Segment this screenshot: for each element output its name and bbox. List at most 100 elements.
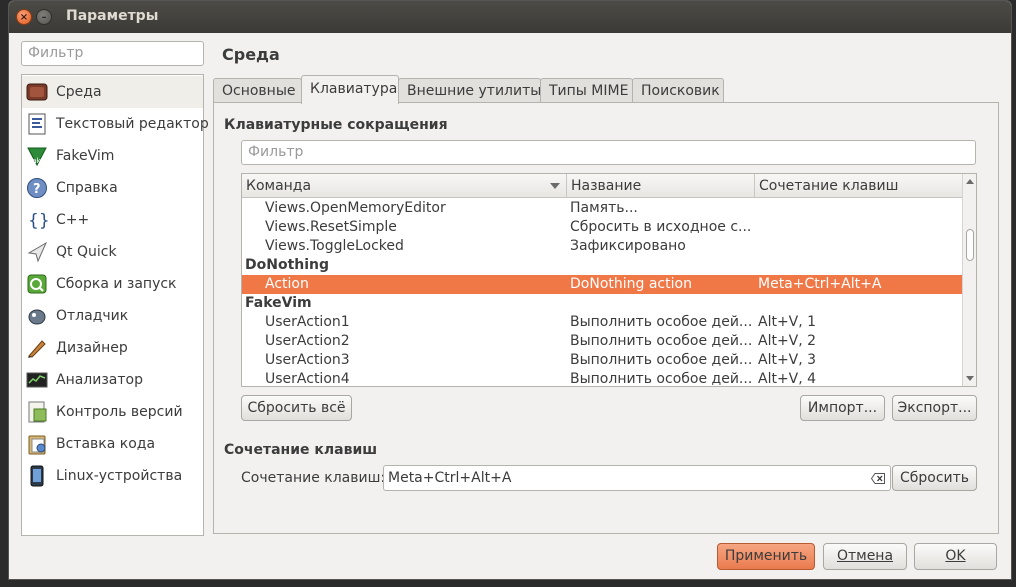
export-button[interactable]: Экспорт... — [892, 395, 977, 421]
sidebar-item-label: Сборка и запуск — [56, 276, 177, 292]
sidebar-item-label: Qt Quick — [56, 244, 117, 260]
cancel-button[interactable]: Отмена — [823, 543, 907, 570]
sidebar-item-label: Linux-устройства — [56, 468, 183, 484]
table-row[interactable]: UserAction2 Выполнить особое дей... Alt+… — [242, 332, 964, 351]
tab-external-tools[interactable]: Внешние утилиты — [398, 78, 541, 104]
shortcut-cell: Alt+V, 2 — [758, 333, 817, 349]
sidebar-item-debugger[interactable]: Отладчик — [22, 300, 203, 332]
settings-dialog: × – Параметры Фильтр Среда Текстовый ред… — [8, 0, 1012, 580]
name-cell: Выполнить особое дей... — [570, 314, 752, 330]
key-sequence-group-title: Сочетание клавиш — [224, 442, 378, 458]
name-cell: DoNothing action — [570, 276, 692, 292]
name-cell: Выполнить особое дей... — [570, 371, 752, 387]
sidebar-item-analyzer[interactable]: Анализатор — [22, 364, 203, 396]
sidebar-item-designer[interactable]: Дизайнер — [22, 332, 203, 364]
sidebar-item-label: Анализатор — [56, 372, 143, 388]
sidebar-item-label: FakeVim — [56, 148, 115, 164]
sidebar-item-fakevim[interactable]: Fake FakeVim — [22, 140, 203, 172]
window-title: Параметры — [66, 8, 159, 24]
name-cell: Сбросить в исходное с... — [570, 219, 752, 235]
sidebar-item-environment[interactable]: Среда — [22, 76, 203, 108]
page-title: Среда — [222, 45, 280, 64]
sidebar-item-label: Отладчик — [56, 308, 129, 324]
linux-devices-icon — [26, 465, 48, 487]
clear-icon[interactable] — [870, 472, 885, 484]
shortcut-filter-input[interactable]: Фильтр — [241, 140, 976, 165]
name-cell: Память... — [570, 200, 638, 216]
text-editor-icon — [26, 113, 48, 135]
column-header-name[interactable]: Название — [567, 174, 755, 198]
sidebar-item-version-control[interactable]: Контроль версий — [22, 396, 203, 428]
sidebar-item-code-paste[interactable]: Вставка кода — [22, 428, 203, 460]
column-header-label: Команда — [246, 178, 312, 194]
svg-text:?: ? — [33, 182, 41, 197]
code-paste-icon — [26, 433, 48, 455]
scroll-up-icon[interactable] — [966, 179, 974, 184]
sidebar-item-text-editor[interactable]: Текстовый редактор — [22, 108, 209, 140]
tab-keyboard[interactable]: Клавиатура — [301, 75, 399, 104]
column-header-command[interactable]: Команда — [242, 174, 567, 198]
command-cell: UserAction3 — [265, 352, 350, 368]
tab-mime-types[interactable]: Типы MIME — [540, 78, 633, 104]
table-row[interactable]: Views.OpenMemoryEditor Память... — [242, 199, 964, 218]
shortcut-cell: Alt+V, 3 — [758, 352, 817, 368]
table-row[interactable]: UserAction4 Выполнить особое дей... Alt+… — [242, 370, 964, 387]
sidebar-item-linux-devices[interactable]: Linux-устройства — [22, 460, 203, 492]
name-cell: Выполнить особое дей... — [570, 352, 752, 368]
sidebar-item-help[interactable]: ? Справка — [22, 172, 203, 204]
sidebar-item-label: C++ — [56, 212, 90, 228]
table-scrollbar[interactable] — [962, 174, 976, 386]
sidebar-item-label: Среда — [56, 84, 102, 100]
shortcut-cell: Alt+V, 1 — [758, 314, 817, 330]
sidebar-item-label: Дизайнер — [56, 340, 128, 356]
cancel-button-label: Отмена — [836, 548, 894, 564]
minimize-window-button[interactable]: – — [36, 9, 52, 25]
title-bar[interactable]: × – Параметры — [9, 1, 1011, 33]
help-icon: ? — [26, 177, 48, 199]
table-row[interactable]: UserAction3 Выполнить особое дей... Alt+… — [242, 351, 964, 370]
group-cell: DoNothing — [245, 257, 330, 273]
name-cell: Выполнить особое дей... — [570, 333, 752, 349]
sort-descending-icon — [550, 183, 560, 189]
sidebar-item-qt-quick[interactable]: Qt Quick — [22, 236, 203, 268]
scroll-thumb[interactable] — [966, 229, 974, 261]
qt-quick-icon — [26, 241, 48, 263]
environment-icon — [26, 81, 48, 103]
command-cell: Views.ResetSimple — [265, 219, 397, 235]
tab-general[interactable]: Основные — [213, 78, 302, 104]
table-header: Команда Название Сочетание клавиш — [242, 174, 964, 198]
build-run-icon — [26, 273, 48, 295]
reset-all-button[interactable]: Сбросить всё — [241, 395, 352, 421]
minimize-icon: – — [41, 12, 47, 23]
sidebar-item-cpp[interactable]: {} C++ — [22, 204, 203, 236]
table-group-row[interactable]: FakeVim — [242, 294, 964, 313]
sidebar-item-label: Текстовый редактор — [56, 116, 209, 132]
key-sequence-input[interactable]: Meta+Ctrl+Alt+A — [383, 465, 891, 491]
tab-locator[interactable]: Поисковик — [632, 78, 724, 104]
command-cell: Views.ToggleLocked — [265, 238, 404, 254]
shortcut-cell: Alt+V, 4 — [758, 371, 817, 387]
fakevim-icon: Fake — [26, 145, 48, 167]
close-icon: × — [19, 12, 29, 23]
table-row[interactable]: Views.ResetSimple Сбросить в исходное с.… — [242, 218, 964, 237]
column-header-shortcut[interactable]: Сочетание клавиш — [755, 174, 964, 198]
sidebar-item-label: Вставка кода — [56, 436, 156, 452]
ok-button[interactable]: OK — [914, 543, 997, 570]
svg-text:Fake: Fake — [29, 157, 45, 165]
reset-shortcut-button[interactable]: Сбросить — [892, 465, 977, 491]
apply-button[interactable]: Применить — [717, 543, 815, 570]
command-cell: Action — [265, 276, 309, 292]
import-button[interactable]: Импорт... — [800, 395, 885, 421]
close-window-button[interactable]: × — [16, 9, 32, 25]
table-row-selected[interactable]: Action DoNothing action Meta+Ctrl+Alt+A — [242, 275, 964, 294]
table-group-row[interactable]: DoNothing — [242, 256, 964, 275]
command-cell: Views.OpenMemoryEditor — [265, 200, 446, 216]
command-cell: UserAction1 — [265, 314, 350, 330]
scroll-down-icon[interactable] — [966, 376, 974, 381]
table-row[interactable]: UserAction1 Выполнить особое дей... Alt+… — [242, 313, 964, 332]
sidebar-item-build-run[interactable]: Сборка и запуск — [22, 268, 203, 300]
svg-text:{}: {} — [28, 211, 48, 231]
sidebar-filter-input[interactable]: Фильтр — [21, 41, 204, 66]
table-row[interactable]: Views.ToggleLocked Зафиксировано — [242, 237, 964, 256]
cpp-icon: {} — [26, 209, 50, 231]
